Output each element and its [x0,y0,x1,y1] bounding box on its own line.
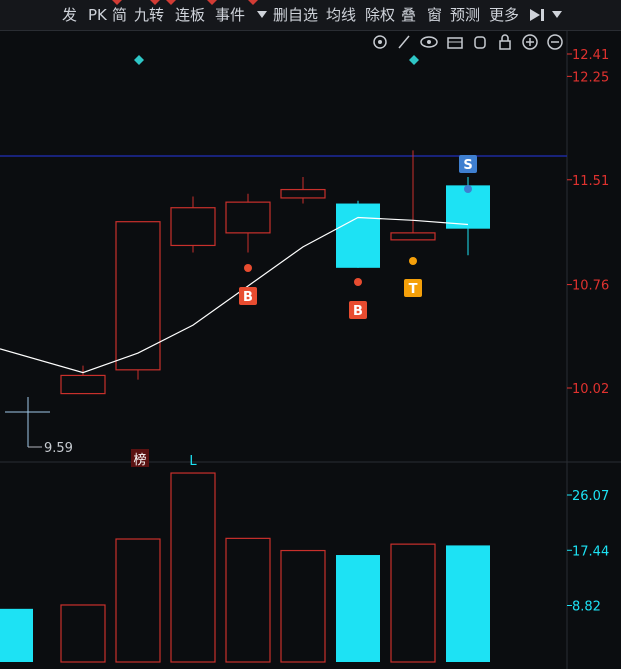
tab-marker-icon [248,0,258,5]
candle-body[interactable] [225,201,271,234]
chart-toolbar: 发 PK 简九转 连板 事件 删自选 均线 除权叠窗预测 更多 [0,0,621,31]
toolbar-item[interactable]: 叠 [401,0,416,30]
volume-axis-label: 26.07 [572,489,609,504]
kline-chart[interactable]: 12.41 12.25 11.51 10.76 10.02 26.07 17.44 8.82 9… [0,30,621,669]
signal-dot [464,185,472,193]
candle-body[interactable] [336,203,380,268]
eye-icon[interactable] [420,36,438,48]
candle-body[interactable] [60,374,106,395]
toolbar-item[interactable]: 均线 [326,0,356,30]
volume-bar[interactable] [225,537,271,663]
signal-dot [354,278,362,286]
toolbar-item[interactable]: 更多 [489,0,519,30]
toolbox-icon[interactable] [447,37,463,49]
toolbar-item[interactable]: 预测 [450,0,480,30]
volume-bar[interactable] [60,604,106,663]
volume-bar[interactable] [115,538,161,663]
toolbar-item[interactable]: 连板 [175,0,205,30]
candle-body[interactable] [390,232,436,241]
candle-body[interactable] [115,221,161,371]
moving-average-line [0,216,469,374]
volume-axis-label: 17.44 [572,544,609,559]
toolbar-item[interactable]: 除权 [365,0,395,30]
tab-marker-icon [112,0,122,5]
zoom-out-icon[interactable] [547,34,563,50]
buy-signal-label: B [353,304,363,319]
sell-signal-label: S [463,158,472,173]
toolbar-item[interactable]: PK [88,0,107,30]
price-axis-label: 12.25 [572,70,609,85]
volume-bar[interactable] [336,555,380,662]
lock-icon[interactable] [499,34,511,50]
low-price-label: 9.59 [44,441,73,456]
t-signal-label: T [409,282,418,297]
volume-bar[interactable] [0,608,33,662]
price-axis-label: 10.76 [572,279,609,294]
toolbar-item[interactable]: 发 [62,0,77,30]
volume-bar[interactable] [390,543,436,663]
volume-bar[interactable] [280,549,326,663]
triangle-down-icon[interactable] [255,6,273,24]
candle-body[interactable] [170,207,216,247]
volume-bar[interactable] [170,472,216,663]
event-diamond-icon[interactable] [409,55,419,65]
collapse-right-icon[interactable] [528,6,546,24]
pen-icon[interactable] [398,35,410,49]
volume-bar[interactable] [446,545,490,662]
event-diamond-icon[interactable] [134,55,144,65]
hand-icon[interactable] [474,36,486,49]
toolbar-item[interactable]: 窗 [427,0,442,30]
price-axis-label: 12.41 [572,48,609,63]
price-axis-label: 10.02 [572,382,609,397]
settings-icon[interactable] [373,35,387,49]
tab-marker-icon [150,0,160,5]
tab-marker-icon [207,0,217,5]
triangle-down-icon[interactable] [550,6,568,24]
candle-body[interactable] [280,188,326,199]
volume-axis-label: 8.82 [572,600,601,615]
tab-marker-icon [166,0,176,5]
price-panel [0,30,567,462]
bang-mark[interactable]: 榜 [133,452,146,468]
buy-signal-label: B [243,290,253,305]
zoom-in-icon[interactable] [522,34,538,50]
price-axis-label: 11.51 [572,174,609,189]
signal-dot [244,264,252,272]
toolbar-item[interactable]: 事件 [215,0,245,30]
signal-dot [409,257,417,265]
toolbar-item[interactable]: 删自选 [273,0,318,30]
l-mark[interactable]: L [189,454,197,469]
